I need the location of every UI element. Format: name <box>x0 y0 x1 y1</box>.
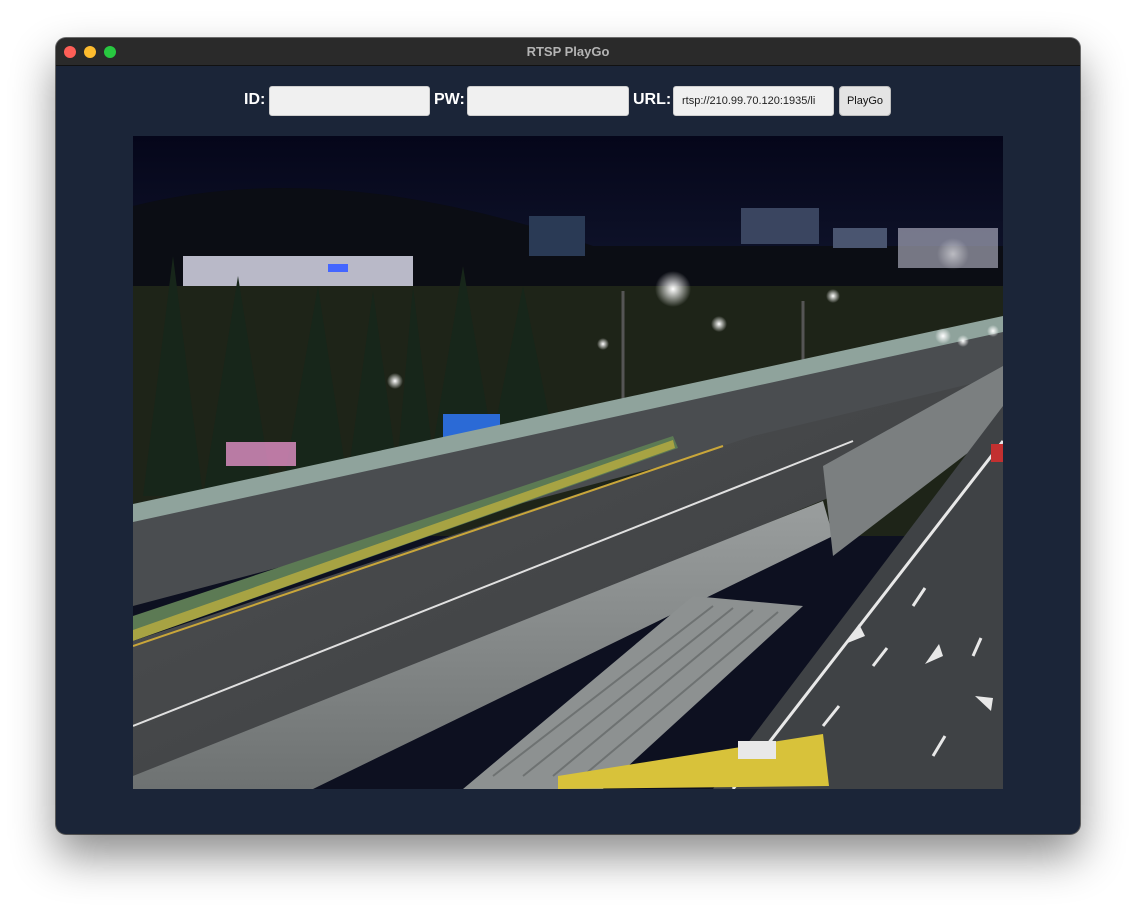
title-bar: RTSP PlayGo <box>56 38 1080 66</box>
connection-toolbar: ID: PW: URL: PlayGo <box>56 86 1080 116</box>
camera-feed-image <box>133 136 1003 789</box>
playgo-button[interactable]: PlayGo <box>839 86 891 116</box>
id-label: ID: <box>244 91 266 108</box>
pw-label: PW: <box>434 91 465 108</box>
window-title: RTSP PlayGo <box>526 44 610 59</box>
url-input[interactable] <box>673 86 834 116</box>
id-input[interactable] <box>269 86 430 116</box>
password-input[interactable] <box>467 86 629 116</box>
video-stream-view <box>133 136 1003 789</box>
app-window: RTSP PlayGo ID: PW: URL: PlayGo <box>56 38 1080 834</box>
url-label: URL: <box>633 91 672 108</box>
